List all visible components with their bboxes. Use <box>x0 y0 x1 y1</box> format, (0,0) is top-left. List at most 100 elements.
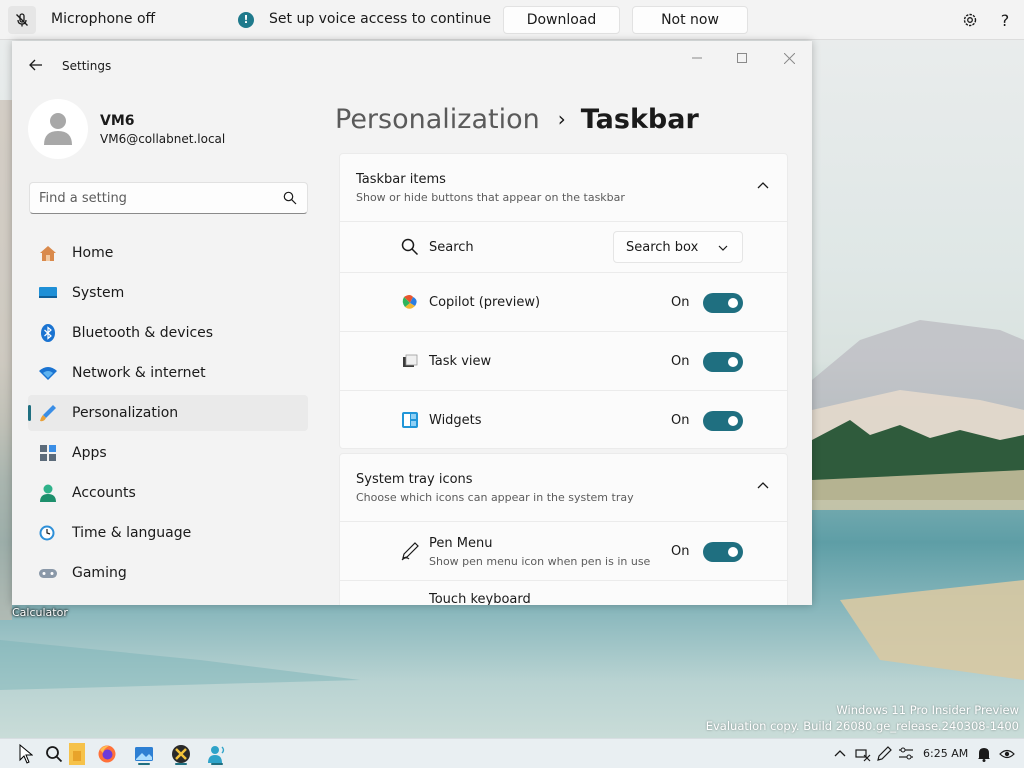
photos-icon[interactable] <box>132 742 156 766</box>
nav-item-time-language[interactable]: Time & language <box>28 515 308 551</box>
nav-item-bluetooth[interactable]: Bluetooth & devices <box>28 315 308 351</box>
nav-label: Network & internet <box>72 365 206 381</box>
back-button[interactable] <box>26 55 46 75</box>
minimize-button[interactable] <box>682 49 712 67</box>
wifi-icon <box>38 363 58 383</box>
user-email: VM6@collabnet.local <box>100 132 226 146</box>
search-input[interactable] <box>39 189 269 207</box>
system-tray-header[interactable]: System tray icons Choose which icons can… <box>340 454 787 521</box>
clock-icon <box>38 523 58 543</box>
pen-menu-toggle[interactable] <box>703 542 743 562</box>
task-view-icon <box>400 351 420 371</box>
row-label: Widgets <box>429 413 482 428</box>
card-subtitle: Show or hide buttons that appear on the … <box>356 191 625 204</box>
row-task-view: Task view On <box>340 331 787 390</box>
content-pane: Taskbar items Show or hide buttons that … <box>339 153 788 605</box>
close-icon <box>783 52 795 64</box>
widgets-icon <box>400 410 420 430</box>
build-watermark-line2: Evaluation copy. Build 26080.ge_release.… <box>705 719 1019 733</box>
taskbar-items-card: Taskbar items Show or hide buttons that … <box>339 153 788 449</box>
user-name: VM6 <box>100 113 135 129</box>
nav-label: Accounts <box>72 485 136 501</box>
copilot-icon <box>400 292 420 312</box>
minimize-icon <box>692 57 702 59</box>
settings-search[interactable] <box>29 182 308 214</box>
close-button[interactable] <box>774 49 804 67</box>
chevron-up-icon[interactable] <box>832 746 848 762</box>
voice-access-icon[interactable] <box>205 742 229 766</box>
search-icon <box>400 237 420 257</box>
nav-item-network[interactable]: Network & internet <box>28 355 308 391</box>
home-icon <box>38 243 58 263</box>
card-title: System tray icons <box>356 472 473 487</box>
system-icon <box>38 283 58 303</box>
row-label: Search <box>429 240 474 255</box>
chevron-up-icon[interactable] <box>757 481 769 491</box>
help-icon[interactable]: ? <box>995 10 1015 30</box>
network-disconnected-icon[interactable] <box>855 746 871 762</box>
maximize-button[interactable] <box>727 49 757 67</box>
nav-label: Bluetooth & devices <box>72 325 214 341</box>
breadcrumb-parent[interactable]: Personalization <box>335 104 540 135</box>
settings-nav: Home System Bluetooth & devices Network … <box>28 235 308 595</box>
nav-item-apps[interactable]: Apps <box>28 435 308 471</box>
search-icon[interactable] <box>42 742 66 766</box>
breadcrumb-separator: › <box>557 107 566 131</box>
gear-icon[interactable] <box>960 10 980 30</box>
desktop-icon-label[interactable]: Calculator <box>12 606 68 619</box>
taskbar: 6:25 AM <box>0 738 1024 768</box>
info-icon: ! <box>238 12 254 28</box>
bell-icon[interactable] <box>976 746 992 762</box>
search-mode-dropdown[interactable]: Search box <box>613 231 743 263</box>
eye-icon[interactable] <box>999 746 1015 762</box>
row-description: Show pen menu icon when pen is in use <box>429 555 651 568</box>
download-button[interactable]: Download <box>503 6 620 34</box>
taskbar-clock[interactable]: 6:25 AM <box>923 747 968 760</box>
mouse-pointer-icon <box>14 742 38 766</box>
microphone-status: Microphone off <box>51 11 156 27</box>
microphone-toggle-button[interactable] <box>8 6 36 34</box>
chevron-up-icon[interactable] <box>757 181 769 191</box>
pen-tray-icon[interactable] <box>876 746 892 762</box>
page-title: Taskbar <box>580 103 699 135</box>
nav-item-gaming[interactable]: Gaming <box>28 555 308 591</box>
taskbar-items-header[interactable]: Taskbar items Show or hide buttons that … <box>340 154 787 221</box>
sliders-icon[interactable] <box>898 746 914 762</box>
nav-item-personalization[interactable]: Personalization <box>28 395 308 431</box>
nav-label: System <box>72 285 125 301</box>
row-copilot: Copilot (preview) On <box>340 272 787 331</box>
task-view-toggle[interactable] <box>703 352 743 372</box>
card-subtitle: Choose which icons can appear in the sys… <box>356 491 634 504</box>
nav-label: Personalization <box>72 405 179 421</box>
running-indicator <box>138 763 150 765</box>
copilot-toggle[interactable] <box>703 293 743 313</box>
pen-icon <box>400 541 420 561</box>
toggle-state: On <box>671 413 690 428</box>
xming-icon[interactable] <box>169 742 193 766</box>
nav-item-system[interactable]: System <box>28 275 308 311</box>
not-now-button[interactable]: Not now <box>632 6 748 34</box>
row-pen-menu: Pen Menu Show pen menu icon when pen is … <box>340 521 787 580</box>
nav-item-accounts[interactable]: Accounts <box>28 475 308 511</box>
running-indicator <box>211 763 223 765</box>
search-icon <box>283 191 297 205</box>
firefox-icon[interactable] <box>95 742 119 766</box>
row-touch-keyboard: Touch keyboard <box>340 580 787 605</box>
arrow-left-icon <box>29 59 42 71</box>
voice-access-message: Set up voice access to continue <box>269 11 492 27</box>
widgets-toggle[interactable] <box>703 411 743 431</box>
toggle-state: On <box>671 295 690 310</box>
avatar[interactable] <box>28 99 88 159</box>
nav-label: Home <box>72 245 114 261</box>
user-avatar-icon <box>44 113 72 145</box>
nav-label: Gaming <box>72 565 127 581</box>
card-title: Taskbar items <box>356 172 446 187</box>
row-label: Copilot (preview) <box>429 295 541 310</box>
nav-item-home[interactable]: Home <box>28 235 308 271</box>
toggle-state: On <box>671 544 690 559</box>
window-title: Settings <box>62 59 112 73</box>
maximize-icon <box>737 53 747 63</box>
row-widgets: Widgets On <box>340 390 787 449</box>
chevron-down-icon <box>718 245 728 251</box>
file-explorer-icon[interactable] <box>66 742 88 766</box>
